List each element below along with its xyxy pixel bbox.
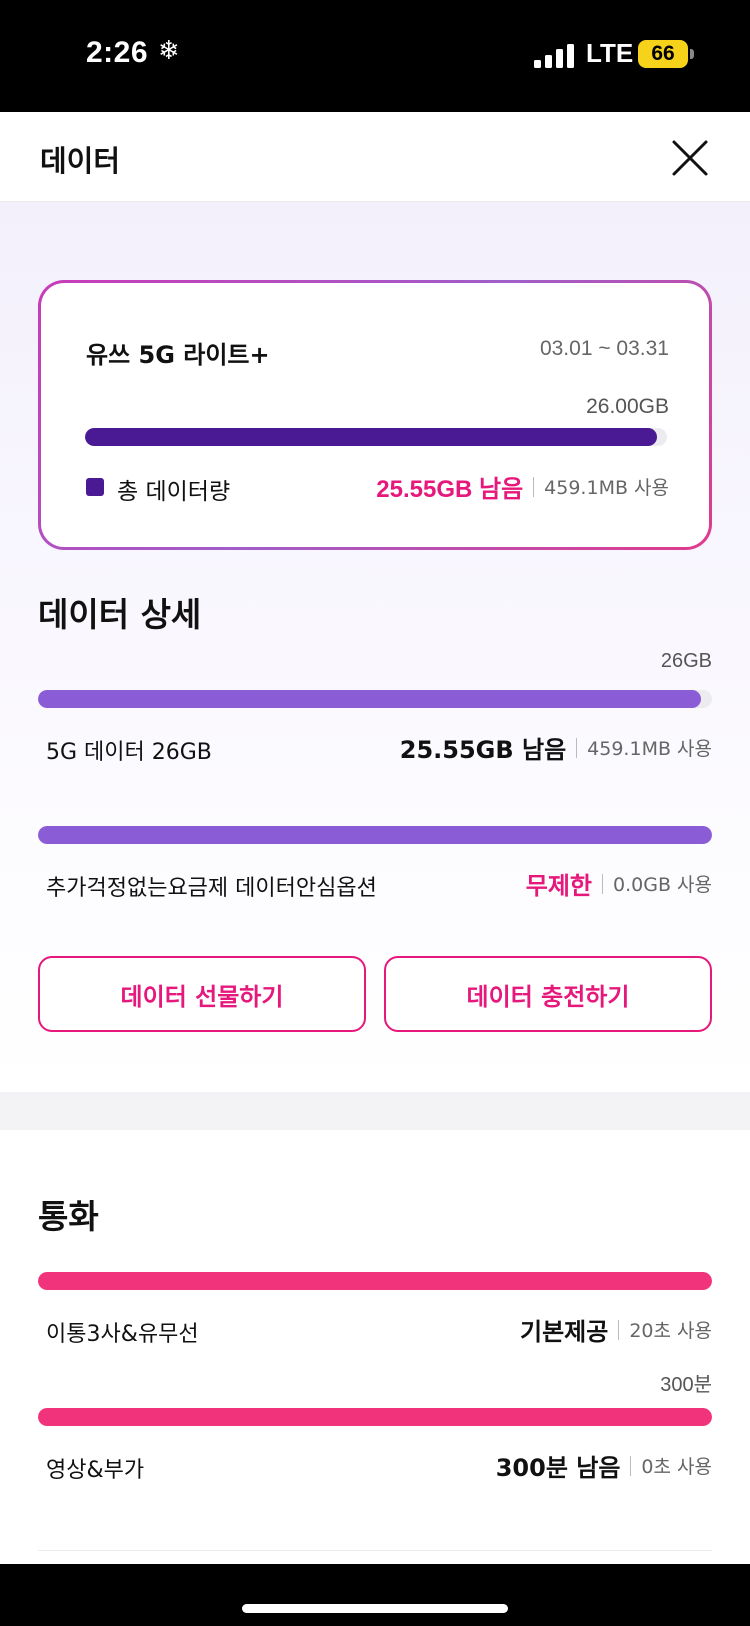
separator [602,873,604,894]
section-divider [0,1092,750,1130]
plan-card: 유쓰 5G 라이트+ 03.01 ~ 03.31 26.00GB 총 데이터량 … [38,280,712,550]
plan-name: 유쓰 5G 라이트+ [86,341,270,369]
row-label: 5G 데이터 26GB [46,740,212,765]
status-time: 2:26 [86,36,149,69]
row-value: 25.55GB 남음 459.1MB 사용 [400,730,712,765]
page-header: 데이터 [0,112,750,202]
separator [533,476,535,497]
call-title: 통화 [38,1197,99,1236]
row-progress-fill [38,826,712,844]
plan-progress-track [85,428,667,446]
data-detail-title: 데이터 상세 [38,595,202,634]
data-gift-button[interactable]: 데이터 선물하기 [38,956,366,1032]
status-bar: 2:26 ❄ LTE 66 [0,0,750,112]
row-remaining: 25.55GB 남음 [399,736,567,764]
legend-label: 총 데이터량 [117,479,231,505]
row-remaining: 무제한 [525,873,593,900]
row-progress-track [38,690,712,708]
row-used: 0.0GB 사용 [613,874,712,896]
home-indicator[interactable] [242,1604,508,1613]
row-progress-track [38,1272,712,1290]
separator [576,737,578,758]
row-progress-fill [38,1272,712,1290]
row-value: 300분 남음 0초 사용 [496,1448,712,1483]
snowflake-icon: ❄ [158,36,180,66]
network-type: LTE [586,38,634,68]
data-charge-button[interactable]: 데이터 충전하기 [384,956,712,1032]
row-cap: 26GB [660,650,712,672]
separator [630,1455,632,1476]
close-icon[interactable] [670,138,710,178]
legend-square-icon [86,478,104,496]
row-label: 이통3사&유무선 [46,1322,199,1347]
row-remaining: 기본제공 [520,1318,609,1346]
row-used: 459.1MB 사용 [587,738,712,760]
row-cap: 300분 [660,1374,712,1396]
plan-period: 03.01 ~ 03.31 [539,337,669,360]
plan-remaining: 25.55GB 남음 [376,476,524,503]
row-progress-fill [38,690,701,708]
row-value: 무제한 0.0GB 사용 [526,866,712,901]
row-label: 영상&부가 [46,1458,145,1483]
row-progress-track [38,1408,712,1426]
battery-tip [690,49,694,59]
separator [618,1319,620,1340]
row-used: 0초 사용 [641,1456,712,1478]
signal-icon [534,44,574,68]
row-used: 20초 사용 [629,1320,712,1342]
battery-icon: 66 [638,40,688,68]
row-value: 기본제공 20초 사용 [520,1312,712,1347]
plan-progress-fill [85,428,658,446]
row-progress-track [38,826,712,844]
row-label: 추가걱정없는요금제 데이터안심옵션 [46,876,377,901]
plan-total-data: 26.00GB [586,395,669,418]
bottom-divider [38,1550,712,1551]
plan-usage: 25.55GB 남음 459.1MB 사용 [376,469,669,504]
page-title: 데이터 [40,144,121,178]
home-indicator-area [0,1564,750,1626]
plan-used: 459.1MB 사용 [544,477,669,499]
row-remaining: 300분 남음 [495,1454,621,1482]
row-progress-fill [38,1408,712,1426]
